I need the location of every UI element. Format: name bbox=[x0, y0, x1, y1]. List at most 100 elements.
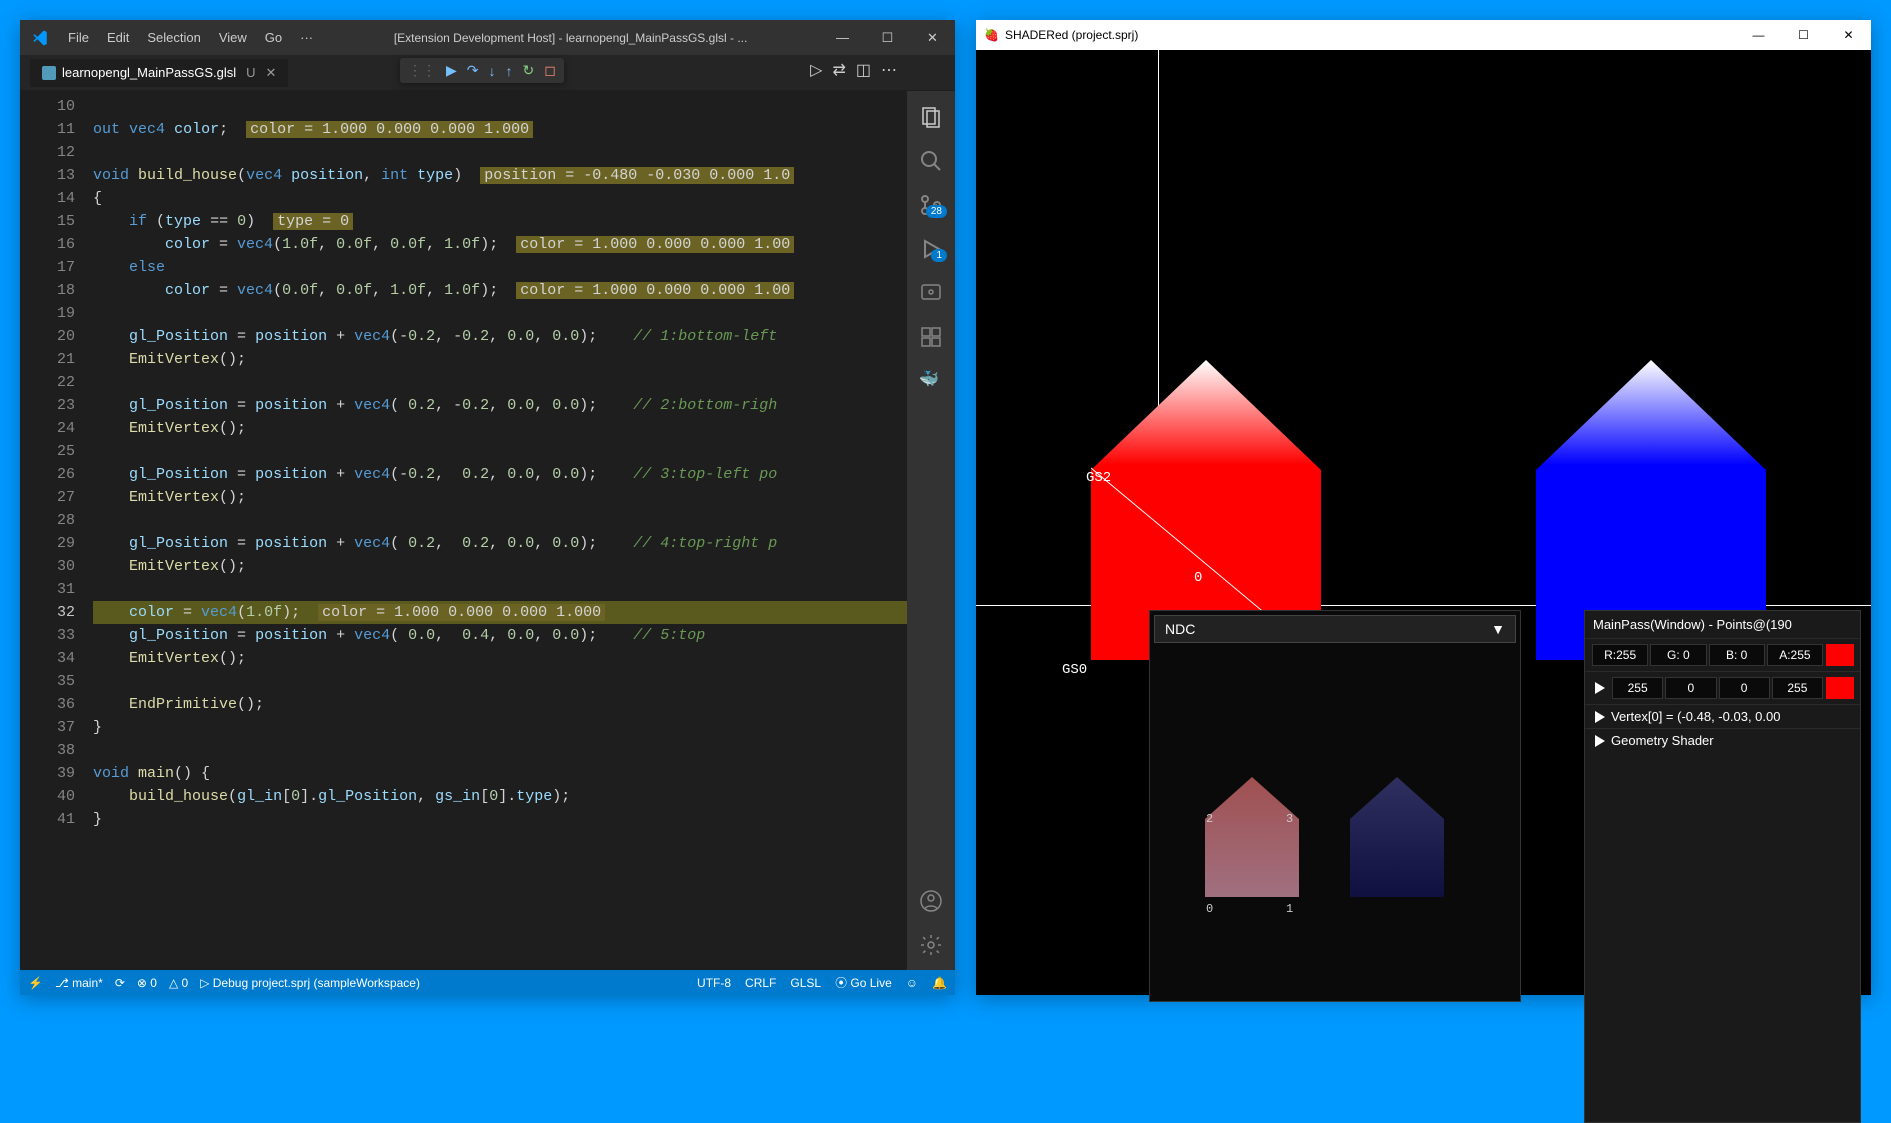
menu-selection[interactable]: Selection bbox=[139, 25, 208, 50]
b-label: B: 0 bbox=[1709, 644, 1765, 666]
feedback-icon[interactable]: ☺ bbox=[906, 976, 918, 990]
activity-bar: 28 1 🐳 bbox=[907, 91, 955, 971]
search-icon[interactable] bbox=[919, 149, 943, 173]
debug-toolbar[interactable]: ⋮⋮ ▶ ↷ ↓ ↑ ↻ ◻ bbox=[400, 58, 564, 83]
step-into-icon[interactable]: ↓ bbox=[489, 63, 496, 79]
warnings-status[interactable]: △ 0 bbox=[169, 976, 188, 990]
ndc-preview: 2 3 0 1 bbox=[1150, 647, 1520, 987]
r-label: R:255 bbox=[1592, 644, 1648, 666]
a-val: 255 bbox=[1772, 677, 1823, 699]
continue-icon[interactable]: ▶ bbox=[446, 62, 457, 79]
settings-gear-icon[interactable] bbox=[919, 933, 943, 957]
color-swatch bbox=[1826, 644, 1854, 666]
gs0-label: GS0 bbox=[1062, 662, 1087, 678]
menu-edit[interactable]: Edit bbox=[99, 25, 137, 50]
menu-more[interactable]: ··· bbox=[292, 25, 321, 50]
remote-status[interactable]: ⚡ bbox=[28, 976, 43, 990]
sh-minimize-button[interactable]: — bbox=[1736, 20, 1781, 50]
split-diff-icon[interactable]: ⇄ bbox=[832, 60, 845, 80]
tab-label: learnopengl_MainPassGS.glsl bbox=[62, 65, 236, 80]
tab-active[interactable]: learnopengl_MainPassGS.glsl U ✕ bbox=[30, 59, 288, 87]
pixel-panel-empty bbox=[1585, 752, 1860, 1122]
drag-handle-icon[interactable]: ⋮⋮ bbox=[408, 62, 436, 79]
language-status[interactable]: GLSL bbox=[790, 976, 821, 990]
run-icon[interactable]: ▷ bbox=[810, 60, 822, 80]
debug-status[interactable]: ▷ Debug project.sprj (sampleWorkspace) bbox=[200, 976, 420, 990]
pixel-inspect-panel[interactable]: MainPass(Window) - Points@(190 R:255 G: … bbox=[1584, 610, 1861, 1123]
code-editor[interactable]: out vec4 color; color = 1.000 0.000 0.00… bbox=[93, 91, 907, 971]
editor-actions: ▷ ⇄ ◫ ⋯ bbox=[810, 60, 897, 80]
vertex-row[interactable]: Vertex[0] = (-0.48, -0.03, 0.00 bbox=[1585, 704, 1860, 728]
chevron-down-icon: ▼ bbox=[1491, 621, 1505, 637]
status-bar: ⚡ ⎇ main* ⟳ ⊗ 0 △ 0 ▷ Debug project.sprj… bbox=[20, 970, 955, 995]
close-button[interactable]: ✕ bbox=[910, 20, 955, 55]
ndc-v1: 1 bbox=[1286, 902, 1293, 916]
shadered-title: SHADERed (project.sprj) bbox=[1005, 28, 1138, 42]
maximize-button[interactable]: ☐ bbox=[865, 20, 910, 55]
pixel-header: MainPass(Window) - Points@(190 bbox=[1585, 611, 1860, 638]
vscode-logo-icon bbox=[30, 28, 50, 48]
tab-modified-indicator: U bbox=[246, 65, 255, 80]
ndc-v2: 2 bbox=[1206, 812, 1213, 826]
branch-status[interactable]: ⎇ main* bbox=[55, 976, 103, 990]
shadered-titlebar[interactable]: 🍓 SHADERed (project.sprj) — ☐ ✕ bbox=[976, 20, 1871, 50]
docker-icon[interactable]: 🐳 bbox=[919, 369, 943, 393]
g-label: G: 0 bbox=[1650, 644, 1706, 666]
play-icon[interactable] bbox=[1595, 682, 1605, 694]
encoding-status[interactable]: UTF-8 bbox=[697, 976, 731, 990]
step-out-icon[interactable]: ↑ bbox=[506, 63, 513, 79]
more-actions-icon[interactable]: ⋯ bbox=[881, 60, 897, 80]
a-label: A:255 bbox=[1767, 644, 1823, 666]
step-over-icon[interactable]: ↷ bbox=[467, 62, 479, 79]
source-control-icon[interactable]: 28 bbox=[919, 193, 943, 217]
gs-row[interactable]: Geometry Shader bbox=[1585, 728, 1860, 752]
g-val: 0 bbox=[1665, 677, 1716, 699]
pixel-rgba-labels: R:255 G: 0 B: 0 A:255 bbox=[1585, 638, 1860, 671]
r-val: 255 bbox=[1612, 677, 1663, 699]
ndc-v3: 3 bbox=[1286, 812, 1293, 826]
notification-icon[interactable]: 🔔 bbox=[932, 976, 947, 990]
menu-go[interactable]: Go bbox=[257, 25, 290, 50]
ndc-red-house bbox=[1205, 777, 1300, 897]
vscode-titlebar[interactable]: File Edit Selection View Go ··· [Extensi… bbox=[20, 20, 955, 55]
menu-view[interactable]: View bbox=[211, 25, 255, 50]
restart-icon[interactable]: ↻ bbox=[523, 62, 535, 79]
explorer-icon[interactable] bbox=[919, 105, 943, 129]
vertex-info: Vertex[0] = (-0.48, -0.03, 0.00 bbox=[1611, 709, 1780, 724]
zero-label: 0 bbox=[1194, 570, 1202, 586]
line-gutter[interactable]: 1011121314151617181920212223242526272829… bbox=[20, 91, 93, 971]
account-icon[interactable] bbox=[919, 889, 943, 913]
file-icon bbox=[42, 66, 56, 80]
tab-close-icon[interactable]: ✕ bbox=[266, 65, 277, 81]
sh-maximize-button[interactable]: ☐ bbox=[1781, 20, 1826, 50]
ndc-dropdown-label: NDC bbox=[1165, 621, 1195, 637]
stop-icon[interactable]: ◻ bbox=[544, 62, 556, 79]
gs2-label: GS2 bbox=[1086, 470, 1111, 486]
color-swatch-2 bbox=[1826, 677, 1854, 699]
eol-status[interactable]: CRLF bbox=[745, 976, 776, 990]
split-editor-icon[interactable]: ◫ bbox=[856, 60, 871, 80]
vscode-menu: File Edit Selection View Go ··· bbox=[60, 25, 321, 50]
b-val: 0 bbox=[1719, 677, 1770, 699]
ndc-dropdown[interactable]: NDC ▼ bbox=[1154, 615, 1516, 643]
play-icon-gs[interactable] bbox=[1595, 735, 1605, 747]
sync-status[interactable]: ⟳ bbox=[115, 976, 125, 990]
remote-icon[interactable] bbox=[919, 281, 943, 305]
golive-status[interactable]: ⦿ Go Live bbox=[835, 974, 892, 991]
shadered-logo-icon: 🍓 bbox=[984, 28, 999, 42]
ndc-v0: 0 bbox=[1206, 902, 1213, 916]
gs-info: Geometry Shader bbox=[1611, 733, 1714, 748]
menu-file[interactable]: File bbox=[60, 25, 97, 50]
pixel-rgba-values: 255 0 0 255 bbox=[1585, 671, 1860, 704]
debug-icon[interactable]: 1 bbox=[919, 237, 943, 261]
ndc-panel[interactable]: NDC ▼ 2 3 0 1 bbox=[1149, 610, 1521, 1002]
play-icon-vertex[interactable] bbox=[1595, 711, 1605, 723]
shadered-window: 🍓 SHADERed (project.sprj) — ☐ ✕ GS2 0 GS… bbox=[976, 20, 1871, 995]
errors-status[interactable]: ⊗ 0 bbox=[137, 976, 157, 990]
scm-badge: 28 bbox=[926, 205, 947, 218]
minimize-button[interactable]: — bbox=[820, 20, 865, 55]
shadered-viewport[interactable]: GS2 0 GS0 NDC ▼ 2 3 0 1 bbox=[976, 50, 1871, 995]
sh-close-button[interactable]: ✕ bbox=[1826, 20, 1871, 50]
extensions-icon[interactable] bbox=[919, 325, 943, 349]
ndc-blue-house bbox=[1350, 777, 1445, 897]
